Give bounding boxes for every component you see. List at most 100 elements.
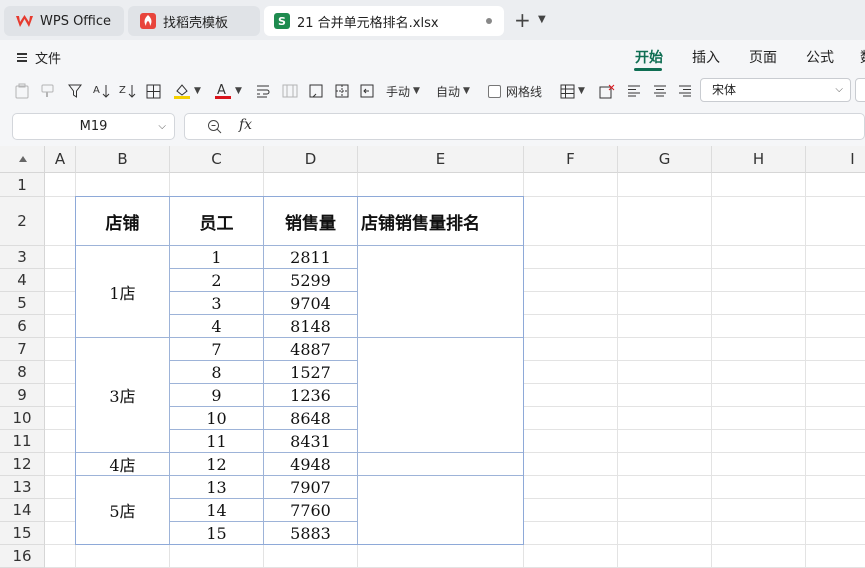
column-header-f[interactable]: F <box>524 146 618 173</box>
row-header-8[interactable]: 8 <box>0 361 45 384</box>
paste-icon[interactable] <box>14 81 30 101</box>
fill-icon[interactable] <box>359 81 375 101</box>
column-header-c[interactable]: C <box>170 146 264 173</box>
cell-format-icon[interactable] <box>334 81 350 101</box>
sales-cell[interactable]: 5883 <box>264 522 358 545</box>
border-icon[interactable] <box>146 81 161 101</box>
row-header-7[interactable]: 7 <box>0 338 45 361</box>
chevron-down-icon[interactable]: ▼ <box>538 14 546 25</box>
table-header-rank[interactable]: 店铺销售量排名 <box>358 197 524 246</box>
column-header-g[interactable]: G <box>618 146 712 173</box>
column-header-d[interactable]: D <box>264 146 358 173</box>
table-header-store[interactable]: 店铺 <box>76 197 170 246</box>
row-header-4[interactable]: 4 <box>0 269 45 292</box>
sales-cell[interactable]: 9704 <box>264 292 358 315</box>
column-header-i[interactable]: I <box>806 146 865 173</box>
sort-descending-icon[interactable]: Z <box>119 81 137 101</box>
sales-cell[interactable]: 8648 <box>264 407 358 430</box>
table-header-sales[interactable]: 销售量 <box>264 197 358 246</box>
employee-cell[interactable]: 10 <box>170 407 264 430</box>
sales-cell[interactable]: 7760 <box>264 499 358 522</box>
table-style-button[interactable]: ▼ <box>560 81 585 101</box>
row-header-14[interactable]: 14 <box>0 499 45 522</box>
store-cell[interactable]: 1店 <box>76 246 170 338</box>
row-header-12[interactable]: 12 <box>0 453 45 476</box>
align-left-icon[interactable] <box>627 81 641 101</box>
merge-cells-icon[interactable] <box>282 81 298 101</box>
row-header-3[interactable]: 3 <box>0 246 45 269</box>
employee-cell[interactable]: 4 <box>170 315 264 338</box>
file-menu-button[interactable]: 文件 <box>17 48 61 67</box>
gridlines-toggle[interactable]: 网格线 <box>488 81 542 101</box>
sales-cell[interactable]: 1527 <box>264 361 358 384</box>
sort-ascending-icon[interactable]: A <box>93 81 111 101</box>
rows-cols-icon[interactable] <box>308 81 324 101</box>
filter-icon[interactable] <box>68 81 82 101</box>
tab-wps-office[interactable]: WPS Office <box>4 6 124 36</box>
font-color-button[interactable]: A ▼ <box>214 81 242 101</box>
employee-cell[interactable]: 9 <box>170 384 264 407</box>
sales-cell[interactable]: 8148 <box>264 315 358 338</box>
row-header-6[interactable]: 6 <box>0 315 45 338</box>
employee-cell[interactable]: 1 <box>170 246 264 269</box>
sales-cell[interactable]: 2811 <box>264 246 358 269</box>
employee-cell[interactable]: 13 <box>170 476 264 499</box>
row-header-2[interactable]: 2 <box>0 197 45 246</box>
store-cell[interactable]: 5店 <box>76 476 170 545</box>
zoom-icon[interactable] <box>207 119 222 137</box>
new-tab-plus-icon[interactable]: + <box>514 10 531 30</box>
spreadsheet-grid[interactable]: ABCDEFGHI 1 2 3 4 5 6 7 8 9 10 11 12 13 14 15 16 店铺 员工 销售… <box>0 146 865 568</box>
row-header-13[interactable]: 13 <box>0 476 45 499</box>
rank-cell[interactable] <box>358 453 524 476</box>
align-center-icon[interactable] <box>653 81 667 101</box>
ribbon-tab-formula[interactable]: 公式 <box>806 47 834 67</box>
employee-cell[interactable]: 11 <box>170 430 264 453</box>
table-header-employee[interactable]: 员工 <box>170 197 264 246</box>
sales-cell[interactable]: 4887 <box>264 338 358 361</box>
sales-cell[interactable]: 8431 <box>264 430 358 453</box>
name-box[interactable]: M19 ⌵ <box>12 113 175 140</box>
tab-current-file[interactable]: S 21 合并单元格排名.xlsx <box>264 6 504 36</box>
font-size-select[interactable] <box>855 78 865 102</box>
employee-cell[interactable]: 14 <box>170 499 264 522</box>
gridlines-checkbox[interactable] <box>488 84 501 98</box>
row-header-10[interactable]: 10 <box>0 407 45 430</box>
row-header-11[interactable]: 11 <box>0 430 45 453</box>
format-painter-icon[interactable] <box>40 81 56 101</box>
fill-color-button[interactable]: ▼ <box>173 81 201 101</box>
row-header-9[interactable]: 9 <box>0 384 45 407</box>
sales-cell[interactable]: 4948 <box>264 453 358 476</box>
column-header-a[interactable]: A <box>45 146 76 173</box>
row-header-5[interactable]: 5 <box>0 292 45 315</box>
ribbon-tab-more[interactable]: 数 <box>860 47 865 67</box>
rank-cell[interactable] <box>358 246 524 338</box>
employee-cell[interactable]: 12 <box>170 453 264 476</box>
column-header-h[interactable]: H <box>712 146 806 173</box>
fx-icon[interactable]: fx <box>239 117 252 133</box>
employee-cell[interactable]: 2 <box>170 269 264 292</box>
ribbon-tab-home[interactable]: 开始 <box>635 47 663 67</box>
tab-find-templates[interactable]: 找稻壳模板 <box>128 6 260 36</box>
sales-cell[interactable]: 7907 <box>264 476 358 499</box>
column-header-b[interactable]: B <box>76 146 170 173</box>
rank-cell[interactable] <box>358 338 524 453</box>
rank-cell[interactable] <box>358 476 524 545</box>
chevron-down-icon[interactable]: ⌵ <box>158 114 166 139</box>
row-header-1[interactable]: 1 <box>0 173 45 197</box>
formula-input[interactable]: fx <box>184 113 865 140</box>
auto-dropdown[interactable]: 自动 ▼ <box>436 81 470 101</box>
sales-cell[interactable]: 5299 <box>264 269 358 292</box>
employee-cell[interactable]: 3 <box>170 292 264 315</box>
tab-close-dot-icon[interactable] <box>486 18 492 24</box>
font-name-select[interactable]: 宋体 ⌵ <box>700 78 851 102</box>
sales-cell[interactable]: 1236 <box>264 384 358 407</box>
wrap-text-icon[interactable] <box>255 81 271 101</box>
manual-dropdown[interactable]: 手动 ▼ <box>386 81 420 101</box>
employee-cell[interactable]: 15 <box>170 522 264 545</box>
ribbon-tab-page[interactable]: 页面 <box>749 47 777 67</box>
employee-cell[interactable]: 7 <box>170 338 264 361</box>
store-cell[interactable]: 4店 <box>76 453 170 476</box>
column-header-e[interactable]: E <box>358 146 524 173</box>
clear-format-icon[interactable] <box>599 81 616 101</box>
row-header-15[interactable]: 15 <box>0 522 45 545</box>
